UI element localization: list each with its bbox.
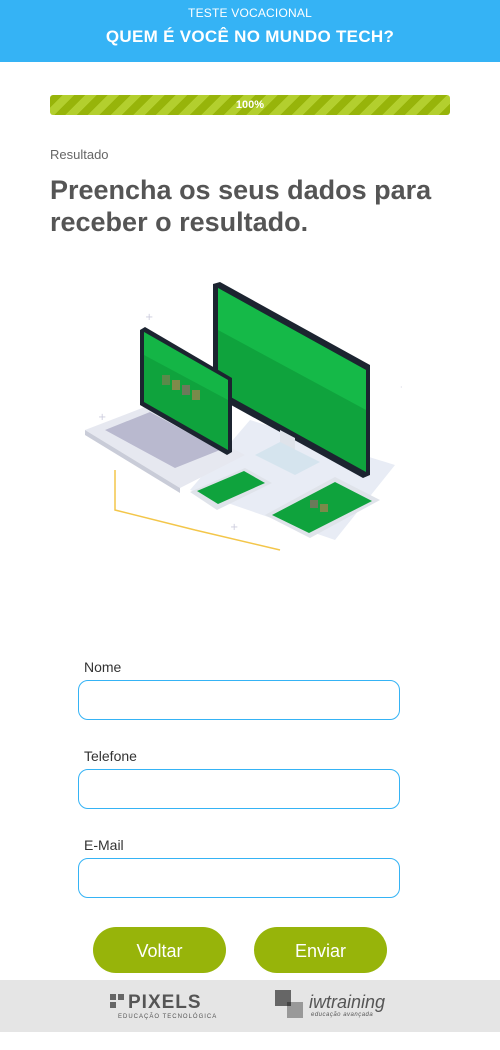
phone-field[interactable] bbox=[78, 769, 400, 809]
header-bar: TESTE VOCACIONAL QUEM É VOCÊ NO MUNDO TE… bbox=[0, 0, 500, 62]
progress-bar: 100% bbox=[50, 95, 450, 115]
email-label: E-Mail bbox=[84, 837, 124, 853]
svg-text:+: + bbox=[230, 522, 238, 533]
devices-illustration: + + + · bbox=[85, 282, 403, 551]
pixels-logo-tagline: EDUCAÇÃO TECNOLÓGICA bbox=[118, 1014, 218, 1020]
page-title: Preencha os seus dados para receber o re… bbox=[50, 175, 432, 237]
iwtraining-logo-tagline: educação avançada bbox=[311, 1012, 374, 1018]
svg-text:·: · bbox=[400, 383, 403, 392]
pixels-logo-icon bbox=[110, 994, 124, 1008]
header-title: QUEM É VOCÊ NO MUNDO TECH? bbox=[105, 27, 395, 46]
header-kicker: TESTE VOCACIONAL bbox=[188, 6, 312, 20]
footer: PIXELS EDUCAÇÃO TECNOLÓGICA iwtraining e… bbox=[0, 980, 500, 1032]
iwtraining-logo-icon bbox=[275, 990, 303, 1018]
step-label: Resultado bbox=[50, 147, 109, 162]
progress-label: 100% bbox=[235, 99, 265, 111]
svg-text:+: + bbox=[98, 412, 106, 423]
back-button[interactable]: Voltar bbox=[93, 927, 226, 973]
phone-label: Telefone bbox=[84, 748, 137, 764]
name-label: Nome bbox=[84, 659, 122, 675]
pixels-logo-name: PIXELS bbox=[128, 992, 202, 1013]
iwtraining-logo-name: iwtraining bbox=[309, 992, 386, 1012]
name-field[interactable] bbox=[78, 680, 400, 720]
submit-button[interactable]: Enviar bbox=[254, 927, 387, 973]
svg-text:+: + bbox=[145, 312, 153, 323]
email-field[interactable] bbox=[78, 858, 400, 898]
